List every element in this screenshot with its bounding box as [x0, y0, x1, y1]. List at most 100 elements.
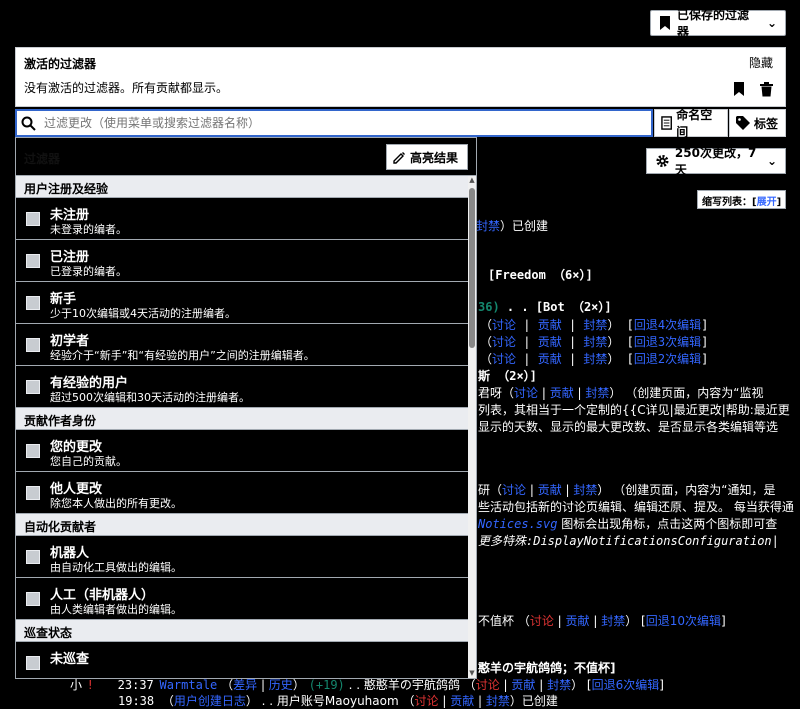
rollback-link[interactable]: 回退6次编辑 [592, 678, 660, 692]
diff-link[interactable]: 差异 [233, 678, 257, 692]
block-link[interactable]: 封禁 [573, 483, 597, 497]
page-link[interactable]: Warmtale [159, 678, 217, 692]
trash-icon[interactable] [760, 82, 773, 97]
feed-line: 些活动包括新的讨论页编辑、编辑还原、提及。 每当获得通 [478, 500, 794, 514]
scrollbar-thumb[interactable] [469, 188, 475, 348]
time: 23:37 [117, 678, 154, 692]
history-link[interactable]: 历史 [269, 678, 293, 692]
filter-checkbox[interactable] [26, 212, 40, 226]
saved-filters-button[interactable]: 已保存的过滤器 ⌄ [650, 8, 786, 39]
filter-search-input[interactable] [42, 112, 651, 134]
filter-checkbox[interactable] [26, 550, 40, 564]
active-filters-title: 激活的过滤器 [24, 57, 97, 71]
filter-option-description: 未登录的编者。 [50, 223, 127, 236]
filter-option[interactable]: 有经验的用户 超过500次编辑和30天活动的注册编者。 [16, 366, 468, 408]
feed-line: 更多特殊:DisplayNotificationsConfiguration| [478, 534, 779, 548]
filter-group-header: 用户注册及经验 [16, 176, 468, 198]
talk-link[interactable]: 讨论 [514, 386, 538, 400]
filter-group-header: 自动化贡献者 [16, 514, 468, 536]
talk-link[interactable]: 讨论 [530, 614, 554, 628]
feed-text: . . [Bot （2×）] [506, 300, 612, 314]
block-link[interactable]: 封禁 [585, 386, 609, 400]
filter-checkbox[interactable] [26, 380, 40, 394]
filter-option[interactable]: 机器人 由自动化工具做出的编辑。 [16, 536, 468, 578]
bookmark-icon [659, 16, 670, 30]
chevron-down-icon: ⌄ [766, 154, 777, 168]
contribs-link[interactable]: 贡献 [550, 386, 574, 400]
block-link[interactable]: 封禁 [583, 352, 607, 366]
legend-label: 缩写列表： [702, 197, 752, 208]
block-link[interactable]: 封禁 [547, 678, 571, 692]
feed-line: Notices.svg 图标会出现角标，点击这两个图标即可查 [478, 515, 777, 532]
contribs-link[interactable]: 贡献 [538, 335, 562, 349]
rollback-link[interactable]: 回退3次编辑 [634, 335, 701, 349]
feed-text: . . 憨憨羊の宇航鸽鸽 [348, 678, 460, 692]
filter-option[interactable]: 未注册 未登录的编者。 [16, 198, 468, 240]
block-link[interactable]: 封禁 [583, 335, 607, 349]
talk-link[interactable]: 讨论 [476, 678, 500, 692]
filter-option[interactable]: 新手 少于10次编辑或4天活动的注册编者。 [16, 282, 468, 324]
filter-checkbox[interactable] [26, 486, 40, 500]
filter-checkbox[interactable] [26, 254, 40, 268]
filter-checkbox[interactable] [26, 296, 40, 310]
filter-option-description: 经验介于“新手”和“有经验的用户”之间的注册编辑者。 [50, 349, 315, 362]
byte-delta: (+19) [308, 678, 345, 692]
feed-text: 不值杯 [478, 614, 515, 628]
rollback-link[interactable]: 回退10次编辑 [646, 614, 721, 628]
filter-option[interactable]: 已注册 已登录的编者。 [16, 240, 468, 282]
filter-option-description: 已登录的编者。 [50, 265, 127, 278]
feed-line: 君呀（讨论 | 贡献 | 封禁） （创建页面，内容为“监视 [478, 386, 764, 400]
filter-checkbox[interactable] [26, 338, 40, 352]
contribs-link[interactable]: 贡献 [511, 678, 535, 692]
results-limit-button[interactable]: 250次更改，7天 ⌄ [646, 146, 786, 177]
rollback-link[interactable]: 回退4次编辑 [634, 318, 701, 332]
scroll-up-icon[interactable]: ▲ [468, 176, 476, 186]
namespace-button[interactable]: 命名空间 [654, 108, 728, 139]
rollback-link[interactable]: 回退2次编辑 [634, 352, 701, 366]
bookmark-icon[interactable] [733, 82, 745, 96]
filter-option-description: 由自动化工具做出的编辑。 [50, 561, 182, 574]
filter-menu: 过滤器 高亮结果 用户注册及经验 未注册 未登录的编者。 已注册 已登录的编者。 新手 少于… [15, 137, 477, 679]
filter-option-description: 超过500次编辑和30天活动的注册编者。 [50, 391, 250, 404]
feed-text: 君呀 [478, 386, 503, 400]
namespace-label: 命名空间 [676, 108, 713, 139]
contribs-link[interactable]: 贡献 [538, 483, 562, 497]
filter-checkbox[interactable] [26, 592, 40, 606]
filter-checkbox[interactable] [26, 656, 40, 670]
talk-link[interactable]: 讨论 [492, 335, 516, 349]
file-link[interactable]: Notices.svg [478, 517, 557, 531]
filter-menu-header: 过滤器 高亮结果 [16, 138, 476, 176]
contribs-link[interactable]: 贡献 [566, 614, 590, 628]
legend-expand-link[interactable]: 展开 [757, 197, 777, 208]
scroll-down-icon[interactable]: ▼ [468, 669, 476, 678]
filter-option-description: 少于10次编辑或4天活动的注册编者。 [50, 307, 236, 320]
filter-option[interactable]: 初学者 经验介于“新手”和“有经验的用户”之间的注册编辑者。 [16, 324, 468, 366]
filter-option[interactable]: 他人更改 除您本人做出的所有更改。 [16, 472, 468, 514]
hide-filters-link[interactable]: 隐藏 [749, 54, 773, 71]
block-link[interactable]: 封禁 [583, 318, 607, 332]
block-link[interactable]: 封禁 [601, 614, 625, 628]
feed-line: 斯 （2×）] [478, 369, 537, 383]
filter-menu-header-label: 过滤器 [24, 152, 61, 166]
filter-option[interactable]: 人工（非机器人） 由人类编辑者做出的编辑。 [16, 578, 468, 620]
filter-group-header: 巡查状态 [16, 620, 468, 642]
tags-button[interactable]: 标签 [729, 109, 786, 137]
highlight-results-button[interactable]: 高亮结果 [386, 144, 468, 170]
talk-link[interactable]: 讨论 [492, 318, 516, 332]
filter-option[interactable]: 未巡查 [16, 642, 468, 678]
menu-scrollbar[interactable]: ▲ ▼ [468, 176, 476, 678]
active-filters-description: 没有激活的过滤器。所有贡献都显示。 [24, 81, 229, 95]
feed-line: 憨羊の宇航鸽鸽；不值杯] [478, 661, 616, 675]
talk-link[interactable]: 讨论 [492, 352, 516, 366]
talk-link[interactable]: 讨论 [502, 483, 526, 497]
contribs-link[interactable]: 贡献 [538, 318, 562, 332]
feed-line: （讨论 | 贡献 | 封禁） [回退3次编辑] [480, 335, 709, 349]
filter-search-box[interactable] [15, 109, 653, 137]
filter-checkbox[interactable] [26, 444, 40, 458]
block-link[interactable]: 封禁 [476, 219, 500, 233]
alert-icon: ! [87, 678, 93, 692]
contribs-link[interactable]: 贡献 [538, 352, 562, 366]
filter-option[interactable]: 您的更改 您自己的贡献。 [16, 430, 468, 472]
feed-line: 36) . . [Bot （2×）] [478, 298, 612, 315]
edit-summary: （创建页面，内容为“通知，是 [613, 483, 776, 497]
